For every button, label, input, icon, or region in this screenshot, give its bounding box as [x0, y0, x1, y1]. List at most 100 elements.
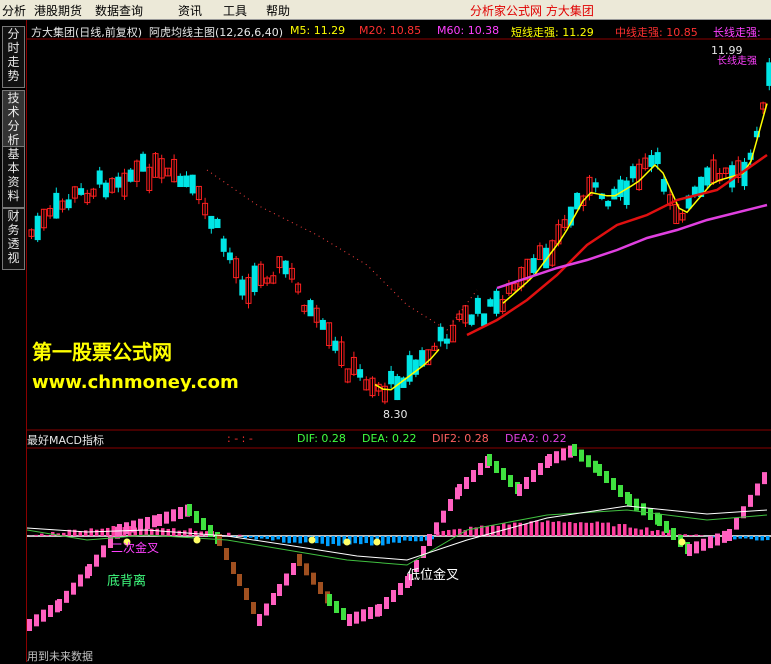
stock-name: 方大集团(日线,前复权)	[31, 24, 142, 40]
candle-body	[469, 315, 474, 324]
macd-histogram-bar	[304, 536, 308, 542]
macd-histogram-bar	[354, 536, 358, 543]
macd-dif-block	[64, 591, 69, 603]
macd-histogram-bar	[552, 522, 556, 536]
macd-dif-block	[257, 614, 262, 626]
macd-dif-block	[722, 531, 727, 543]
candle-body	[333, 341, 338, 350]
macd-histogram-bar	[513, 523, 517, 536]
macd-histogram-bar	[629, 528, 633, 536]
macd-histogram-bar	[563, 523, 567, 536]
macd-dif-block	[347, 614, 352, 626]
macd-dif-block	[327, 594, 332, 606]
macd-dif-block	[448, 499, 453, 511]
candle-body	[103, 183, 108, 197]
menu-item-tools[interactable]: 工具	[223, 2, 247, 19]
macd-histogram-bar	[766, 536, 770, 540]
candle-body	[128, 170, 133, 181]
macd-histogram-bar	[161, 528, 165, 536]
menu-item-news[interactable]: 资讯	[178, 2, 202, 19]
macd-dif-block	[604, 471, 609, 483]
macd-dif-block	[304, 563, 309, 575]
macd-histogram-bar	[249, 536, 253, 538]
macd-histogram-bar	[442, 531, 446, 536]
macd-dif-block	[441, 511, 446, 523]
menu-bar: 分析 港股期货 数据查询 资讯 工具 帮助 分析家公式网 方大集团	[0, 0, 771, 20]
macd-histogram-bar	[398, 536, 402, 543]
macd-histogram-bar	[755, 536, 759, 540]
macd-dif-block	[178, 507, 183, 519]
macd-dif-block	[657, 514, 662, 526]
macd-histogram-bar	[46, 535, 50, 536]
macd-histogram-bar	[337, 536, 341, 546]
macd-histogram-bar	[288, 536, 292, 543]
macd-histogram-bar	[739, 536, 743, 539]
candle-body	[240, 280, 245, 295]
macd-histogram-bar	[244, 536, 248, 538]
candle-body	[221, 239, 226, 251]
macd-dif-block	[41, 610, 46, 622]
macd-dif-block	[508, 475, 513, 487]
macd-dif-block	[264, 604, 269, 616]
candle-body	[358, 370, 363, 378]
macd-dif-block	[648, 508, 653, 520]
candle-body	[227, 253, 232, 260]
tab-fundamentals[interactable]: 基本资料	[2, 146, 25, 208]
tab-technical[interactable]: 技术分析	[2, 90, 25, 152]
macd-histogram-bar	[744, 536, 748, 538]
macd-dif-block	[634, 499, 639, 511]
macd-dif-block	[187, 504, 192, 516]
candle-body	[66, 200, 71, 208]
macd-dif-block	[457, 484, 462, 496]
macd-histogram-bar	[189, 528, 193, 536]
low-price-label: 8.30	[383, 408, 408, 421]
candle-body	[661, 180, 666, 192]
macd-histogram-bar	[370, 536, 374, 545]
macd-dif-block	[538, 463, 543, 475]
macd-dif-block	[487, 454, 492, 466]
tab-intraday[interactable]: 分时走势	[2, 26, 25, 88]
macd-dif-block	[297, 554, 302, 566]
macd-histogram-bar	[700, 535, 704, 536]
candle-body	[141, 154, 146, 171]
macd-histogram-bar	[205, 531, 209, 536]
macd-dif-block	[284, 574, 289, 586]
tab-finance[interactable]: 财务透视	[2, 208, 25, 270]
menu-item-help[interactable]: 帮助	[266, 2, 290, 19]
candle-body	[79, 189, 84, 195]
macd-histogram-bar	[101, 529, 105, 536]
macd-dif-block	[748, 495, 753, 507]
candle-body	[389, 371, 394, 383]
macd-dif-block	[318, 582, 323, 594]
candle-body	[54, 193, 59, 218]
macd-dif-block	[27, 619, 32, 631]
macd-star-marker	[679, 539, 686, 546]
candle-body	[655, 153, 660, 164]
macd-dif-block	[361, 609, 366, 621]
macd-dif-block	[641, 503, 646, 515]
macd-dif-block	[145, 517, 150, 529]
macd-dif-block	[715, 534, 720, 546]
macd-dif-block	[368, 607, 373, 619]
menu-item-analysis[interactable]: 分析	[2, 2, 26, 19]
macd-histogram-bar	[365, 536, 369, 543]
macd-histogram-bar	[315, 536, 319, 543]
macd-histogram-bar	[524, 524, 528, 536]
macd-histogram-bar	[761, 536, 765, 540]
macd-dif-block	[547, 454, 552, 466]
macd-histogram-bar	[557, 521, 561, 536]
macd-histogram-bar	[453, 529, 457, 536]
candle-body	[438, 327, 443, 341]
macd-dif-block	[334, 601, 339, 613]
macd-dif-block	[94, 555, 99, 567]
macd-histogram-bar	[684, 534, 688, 536]
annotation-second-golden-cross: 二次金叉	[111, 539, 159, 556]
macd-histogram-bar	[546, 521, 550, 536]
macd-dif-block	[101, 545, 106, 557]
menu-item-hk-futures[interactable]: 港股期货	[34, 2, 82, 19]
macd-dif-block	[87, 564, 92, 576]
candle-body	[624, 181, 629, 204]
macd-dif-block	[701, 539, 706, 551]
menu-item-data-query[interactable]: 数据查询	[95, 2, 143, 19]
macd-histogram-bar	[95, 530, 99, 536]
